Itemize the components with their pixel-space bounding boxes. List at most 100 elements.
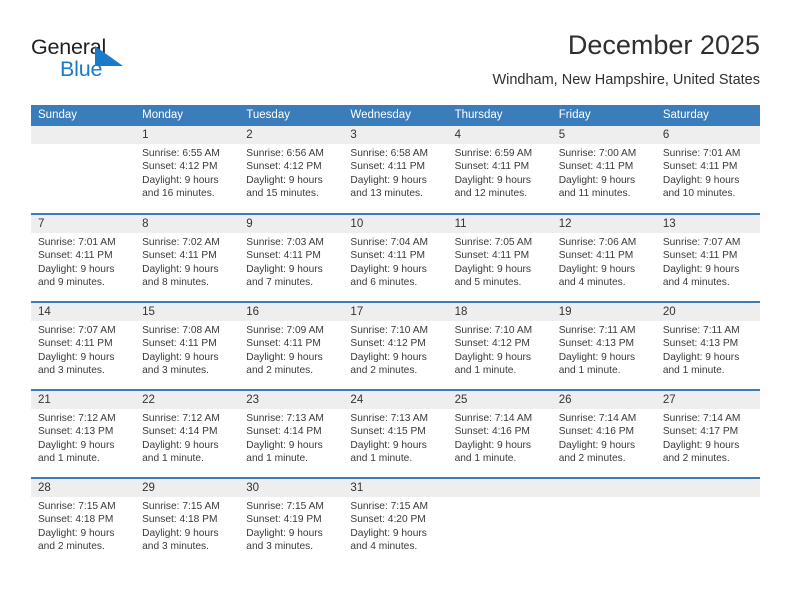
day-cell[interactable]: 25 Sunrise: 7:14 AM Sunset: 4:16 PM Dayl… <box>447 389 552 478</box>
sunset-text: Sunset: 4:12 PM <box>246 161 322 173</box>
sunset-text: Sunset: 4:11 PM <box>38 250 113 262</box>
sunrise-text: Sunrise: 7:11 AM <box>662 325 740 336</box>
day-cell[interactable]: 10 Sunrise: 7:04 AM Sunset: 4:11 PM Dayl… <box>343 213 448 302</box>
day-cell[interactable]: 21 Sunrise: 7:12 AM Sunset: 4:13 PM Dayl… <box>31 389 136 478</box>
sunset-text: Sunset: 4:11 PM <box>142 250 217 262</box>
weekday-header-row: Sunday Monday Tuesday Wednesday Thursday… <box>31 105 760 126</box>
daylight-text-line1: Daylight: 9 hours <box>38 439 115 451</box>
daylight-text-line2: and 3 minutes. <box>38 365 105 377</box>
day-number: 29 <box>135 479 240 497</box>
day-cell[interactable]: 2 Sunrise: 6:56 AM Sunset: 4:12 PM Dayli… <box>239 126 344 214</box>
day-details: Sunrise: 7:07 AM Sunset: 4:11 PM Dayligh… <box>656 233 760 290</box>
sunset-text: Sunset: 4:11 PM <box>662 161 738 173</box>
day-details: Sunrise: 7:11 AM Sunset: 4:13 PM Dayligh… <box>552 321 656 378</box>
day-cell[interactable]: 30 Sunrise: 7:15 AM Sunset: 4:19 PM Dayl… <box>239 477 344 566</box>
daylight-text-line1: Daylight: 9 hours <box>246 351 323 363</box>
day-cell[interactable]: 5 Sunrise: 7:00 AM Sunset: 4:11 PM Dayli… <box>551 126 656 214</box>
daylight-text-line2: and 4 minutes. <box>350 541 418 553</box>
day-number: 31 <box>343 479 448 497</box>
day-cell[interactable]: 18 Sunrise: 7:10 AM Sunset: 4:12 PM Dayl… <box>447 301 552 390</box>
sunset-text: Sunset: 4:12 PM <box>142 161 218 173</box>
sunrise-text: Sunrise: 7:15 AM <box>38 501 116 512</box>
day-details: Sunrise: 7:14 AM Sunset: 4:17 PM Dayligh… <box>656 409 760 466</box>
day-cell[interactable]: 26 Sunrise: 7:14 AM Sunset: 4:16 PM Dayl… <box>551 389 656 478</box>
daylight-text-line1: Daylight: 9 hours <box>38 527 115 539</box>
daylight-text-line1: Daylight: 9 hours <box>246 174 323 186</box>
day-number: 14 <box>31 303 136 321</box>
daylight-text-line2: and 1 minute. <box>38 453 100 465</box>
day-cell[interactable]: 19 Sunrise: 7:11 AM Sunset: 4:13 PM Dayl… <box>551 301 656 390</box>
day-cell[interactable]: 17 Sunrise: 7:10 AM Sunset: 4:12 PM Dayl… <box>343 301 448 390</box>
day-details: Sunrise: 7:08 AM Sunset: 4:11 PM Dayligh… <box>135 321 239 378</box>
daylight-text-line1: Daylight: 9 hours <box>350 174 427 186</box>
daylight-text-line2: and 15 minutes. <box>246 188 319 200</box>
daylight-text-line2: and 1 minute. <box>142 453 204 465</box>
day-details: Sunrise: 7:10 AM Sunset: 4:12 PM Dayligh… <box>343 321 447 378</box>
daylight-text-line2: and 3 minutes. <box>246 541 314 553</box>
day-number: 25 <box>447 391 552 409</box>
daylight-text-line1: Daylight: 9 hours <box>38 351 115 363</box>
day-cell[interactable]: 13 Sunrise: 7:07 AM Sunset: 4:11 PM Dayl… <box>655 213 760 302</box>
daylight-text-line2: and 16 minutes. <box>142 188 215 200</box>
sunset-text: Sunset: 4:12 PM <box>350 338 426 350</box>
day-details: Sunrise: 7:04 AM Sunset: 4:11 PM Dayligh… <box>343 233 447 290</box>
day-cell[interactable]: 1 Sunrise: 6:55 AM Sunset: 4:12 PM Dayli… <box>135 126 240 214</box>
day-cell[interactable]: 8 Sunrise: 7:02 AM Sunset: 4:11 PM Dayli… <box>135 213 240 302</box>
page-title: December 2025 <box>567 30 760 60</box>
day-number: 21 <box>31 391 136 409</box>
day-cell[interactable]: 16 Sunrise: 7:09 AM Sunset: 4:11 PM Dayl… <box>239 301 344 390</box>
sunrise-text: Sunrise: 6:56 AM <box>246 148 324 159</box>
day-cell[interactable] <box>447 477 552 566</box>
day-number: 27 <box>655 391 760 409</box>
sunrise-text: Sunrise: 7:03 AM <box>246 237 324 248</box>
page-subtitle: Windham, New Hampshire, United States <box>492 72 760 88</box>
day-number: 11 <box>447 215 552 233</box>
day-cell[interactable]: 9 Sunrise: 7:03 AM Sunset: 4:11 PM Dayli… <box>239 213 344 302</box>
day-cell[interactable]: 23 Sunrise: 7:13 AM Sunset: 4:14 PM Dayl… <box>239 389 344 478</box>
day-number: 23 <box>239 391 344 409</box>
day-cell[interactable]: 12 Sunrise: 7:06 AM Sunset: 4:11 PM Dayl… <box>551 213 656 302</box>
daylight-text-line2: and 2 minutes. <box>246 365 314 377</box>
day-cell[interactable]: 27 Sunrise: 7:14 AM Sunset: 4:17 PM Dayl… <box>655 389 760 478</box>
daylight-text-line2: and 7 minutes. <box>246 277 314 289</box>
day-cell[interactable]: 14 Sunrise: 7:07 AM Sunset: 4:11 PM Dayl… <box>31 301 136 390</box>
sunset-text: Sunset: 4:11 PM <box>350 250 425 262</box>
daylight-text-line2: and 4 minutes. <box>558 277 626 289</box>
daylight-text-line2: and 1 minute. <box>558 365 621 377</box>
day-cell[interactable] <box>655 477 760 566</box>
day-number: 30 <box>239 479 344 497</box>
day-cell[interactable]: 11 Sunrise: 7:05 AM Sunset: 4:11 PM Dayl… <box>447 213 552 302</box>
sunset-text: Sunset: 4:14 PM <box>142 426 218 438</box>
day-cell[interactable]: 28 Sunrise: 7:15 AM Sunset: 4:18 PM Dayl… <box>31 477 136 566</box>
day-cell[interactable]: 6 Sunrise: 7:01 AM Sunset: 4:11 PM Dayli… <box>655 126 760 214</box>
daylight-text-line1: Daylight: 9 hours <box>662 263 740 275</box>
sunset-text: Sunset: 4:13 PM <box>38 426 114 438</box>
day-cell[interactable]: 20 Sunrise: 7:11 AM Sunset: 4:13 PM Dayl… <box>655 301 760 390</box>
day-cell[interactable]: 29 Sunrise: 7:15 AM Sunset: 4:18 PM Dayl… <box>135 477 240 566</box>
sunset-text: Sunset: 4:14 PM <box>246 426 322 438</box>
day-cell[interactable]: 15 Sunrise: 7:08 AM Sunset: 4:11 PM Dayl… <box>135 301 240 390</box>
day-details: Sunrise: 7:10 AM Sunset: 4:12 PM Dayligh… <box>448 321 552 378</box>
daylight-text-line1: Daylight: 9 hours <box>558 439 636 451</box>
day-cell[interactable]: 22 Sunrise: 7:12 AM Sunset: 4:14 PM Dayl… <box>135 389 240 478</box>
sunset-text: Sunset: 4:18 PM <box>38 514 114 526</box>
daylight-text-line1: Daylight: 9 hours <box>454 439 532 451</box>
daylight-text-line1: Daylight: 9 hours <box>558 351 636 363</box>
day-number <box>551 479 656 497</box>
sunset-text: Sunset: 4:20 PM <box>350 514 426 526</box>
day-number: 28 <box>31 479 136 497</box>
day-cell[interactable] <box>551 477 656 566</box>
generalblue-logo[interactable]: General Blue <box>31 34 211 86</box>
day-number: 13 <box>655 215 760 233</box>
day-cell[interactable]: 7 Sunrise: 7:01 AM Sunset: 4:11 PM Dayli… <box>31 213 136 302</box>
day-cell[interactable] <box>31 126 136 214</box>
day-cell[interactable]: 3 Sunrise: 6:58 AM Sunset: 4:11 PM Dayli… <box>343 126 448 214</box>
day-cell[interactable]: 4 Sunrise: 6:59 AM Sunset: 4:11 PM Dayli… <box>447 126 552 214</box>
day-cell[interactable]: 24 Sunrise: 7:13 AM Sunset: 4:15 PM Dayl… <box>343 389 448 478</box>
sunrise-text: Sunrise: 7:15 AM <box>142 501 220 512</box>
calendar-header: Sunday Monday Tuesday Wednesday Thursday… <box>31 105 760 126</box>
daylight-text-line1: Daylight: 9 hours <box>350 351 427 363</box>
logo-text-blue: Blue <box>60 57 103 81</box>
sunrise-text: Sunrise: 6:58 AM <box>350 148 429 159</box>
day-cell[interactable]: 31 Sunrise: 7:15 AM Sunset: 4:20 PM Dayl… <box>343 477 448 566</box>
